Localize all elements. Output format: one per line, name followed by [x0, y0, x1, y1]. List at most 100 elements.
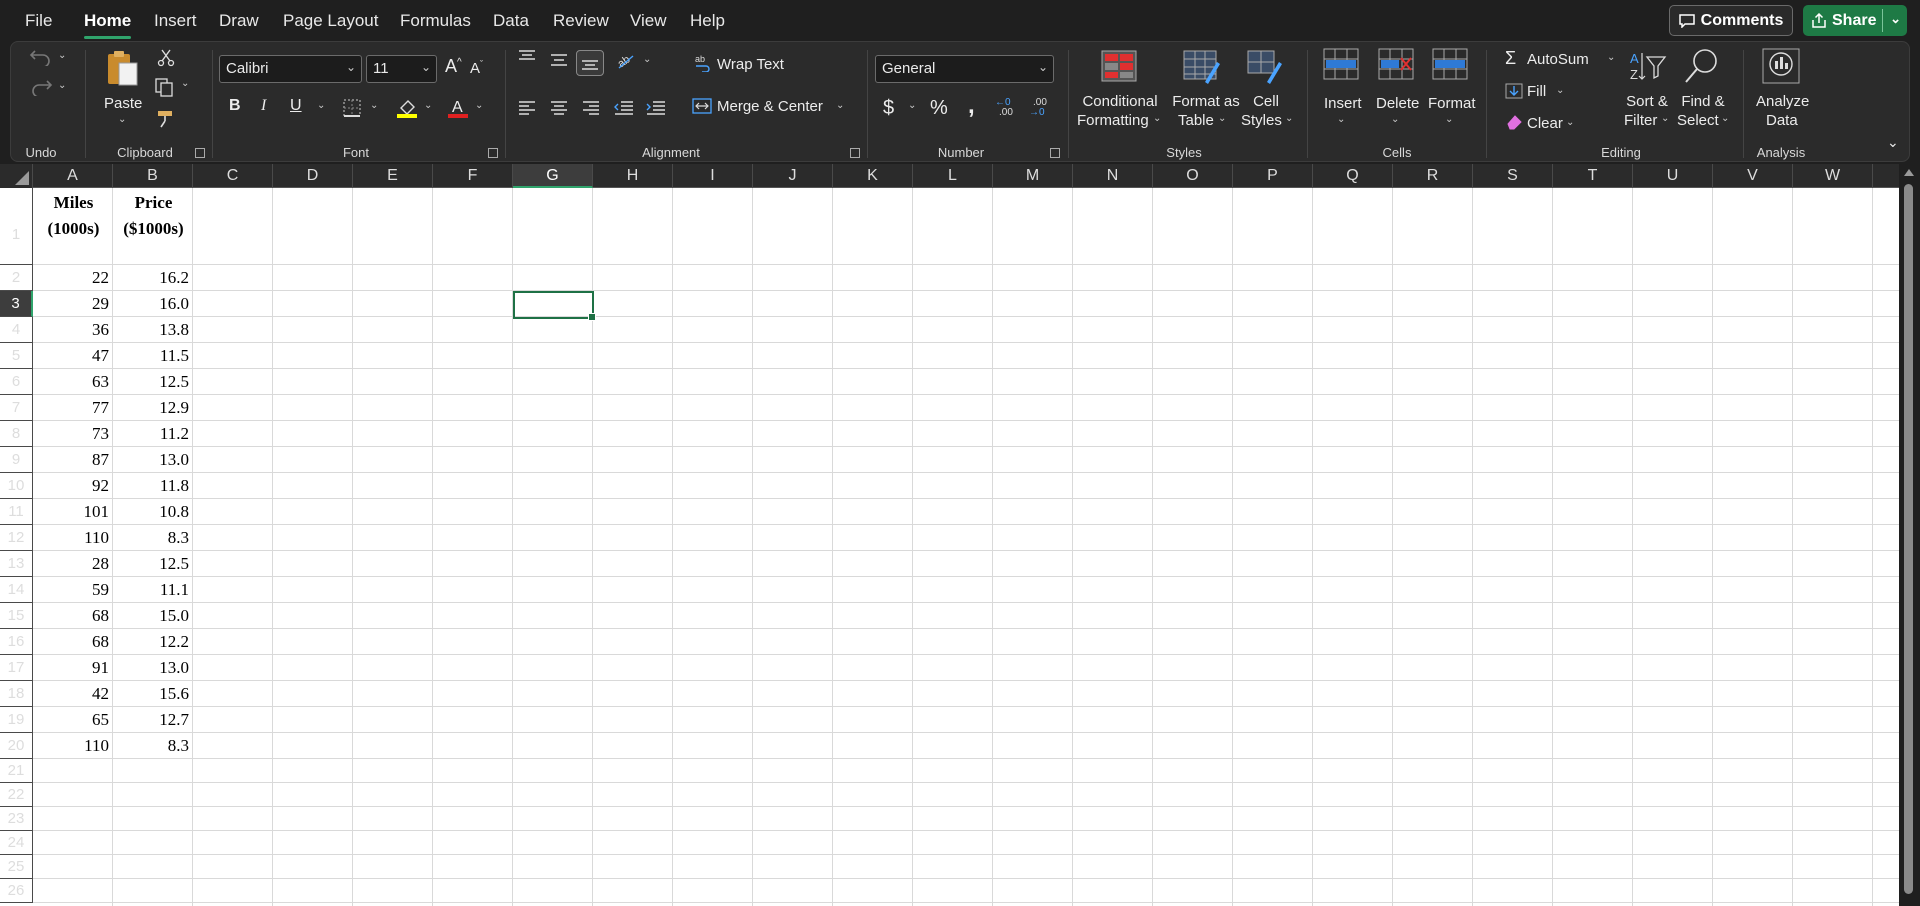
row-header-1[interactable]: 1	[0, 188, 33, 265]
collapse-ribbon-icon[interactable]: ⌄	[1887, 134, 1899, 151]
cell-a3[interactable]: 29	[33, 291, 109, 317]
font-color-icon[interactable]: A	[447, 96, 469, 118]
menu-view[interactable]: View	[630, 10, 667, 32]
insert-cells-dropdown-icon[interactable]: ⌄	[1337, 114, 1345, 125]
cell-b19[interactable]: 12.7	[113, 707, 189, 733]
currency-dropdown-icon[interactable]: ⌄	[908, 100, 916, 111]
find-select-label2[interactable]: Select	[1677, 112, 1719, 130]
increase-font-icon[interactable]: A^	[445, 56, 462, 77]
orientation-dropdown-icon[interactable]: ⌄	[643, 54, 651, 65]
clear-dropdown-icon[interactable]: ⌄	[1566, 117, 1574, 128]
currency-button[interactable]: $	[883, 97, 894, 120]
fill-color-dropdown-icon[interactable]: ⌄	[424, 100, 432, 111]
fill-dropdown-icon[interactable]: ⌄	[1556, 85, 1564, 96]
redo-icon[interactable]	[29, 78, 53, 96]
cell-a4[interactable]: 36	[33, 317, 109, 343]
align-bottom-button[interactable]	[576, 50, 604, 76]
format-as-table-dropdown-icon[interactable]: ⌄	[1218, 113, 1226, 124]
column-header-d[interactable]: D	[273, 164, 353, 188]
format-cells-icon[interactable]	[1431, 47, 1469, 81]
column-header-m[interactable]: M	[993, 164, 1073, 188]
fill-color-icon[interactable]	[396, 96, 418, 118]
format-painter-icon[interactable]	[156, 109, 176, 129]
decrease-decimal-button[interactable]: .00 →0	[1029, 97, 1053, 119]
column-header-r[interactable]: R	[1393, 164, 1473, 188]
merge-center-button[interactable]: Merge & Center	[717, 98, 823, 116]
paste-icon[interactable]	[105, 49, 139, 87]
column-header-b[interactable]: B	[113, 164, 193, 188]
row-header-16[interactable]: 16	[0, 629, 33, 655]
conditional-formatting-icon[interactable]	[1101, 50, 1137, 82]
column-header-f[interactable]: F	[433, 164, 513, 188]
undo-icon[interactable]	[29, 48, 53, 66]
column-header-j[interactable]: J	[753, 164, 833, 188]
italic-button[interactable]: I	[261, 97, 266, 115]
autosum-dropdown-icon[interactable]: ⌄	[1607, 52, 1615, 63]
number-format-select[interactable]: General ⌄	[875, 55, 1054, 83]
conditional-formatting-label2[interactable]: Formatting	[1077, 112, 1149, 130]
row-header-15[interactable]: 15	[0, 603, 33, 629]
column-header-u[interactable]: U	[1633, 164, 1713, 188]
row-header-9[interactable]: 9	[0, 447, 33, 473]
insert-cells-label[interactable]: Insert	[1324, 95, 1362, 113]
row-header-26[interactable]: 26	[0, 879, 33, 903]
select-all-button[interactable]	[0, 164, 33, 188]
cell-b10[interactable]: 11.8	[113, 473, 189, 499]
active-cell-g3[interactable]	[513, 291, 596, 321]
cell-b6[interactable]: 12.5	[113, 369, 189, 395]
cell-a6[interactable]: 63	[33, 369, 109, 395]
cell-b5[interactable]: 11.5	[113, 343, 189, 369]
row-header-6[interactable]: 6	[0, 369, 33, 395]
alignment-launcher-icon[interactable]	[850, 148, 860, 158]
cell-b3[interactable]: 16.0	[113, 291, 189, 317]
column-header-h[interactable]: H	[593, 164, 673, 188]
scrollbar-thumb[interactable]	[1904, 184, 1913, 894]
analyze-data-label1[interactable]: Analyze	[1756, 93, 1809, 111]
conditional-formatting-dropdown-icon[interactable]: ⌄	[1153, 113, 1161, 124]
borders-icon[interactable]	[342, 98, 362, 118]
column-header-k[interactable]: K	[833, 164, 913, 188]
sort-filter-label1[interactable]: Sort &	[1624, 93, 1670, 111]
clipboard-launcher-icon[interactable]	[195, 148, 205, 158]
align-top-icon[interactable]	[517, 49, 537, 65]
row-header-25[interactable]: 25	[0, 855, 33, 879]
cut-icon[interactable]	[157, 49, 175, 67]
cell-styles-label2[interactable]: Styles	[1241, 112, 1282, 130]
delete-cells-dropdown-icon[interactable]: ⌄	[1391, 114, 1399, 125]
format-as-table-icon[interactable]	[1183, 50, 1221, 84]
undo-dropdown-icon[interactable]: ⌄	[58, 50, 66, 61]
merge-center-icon[interactable]	[692, 97, 712, 115]
redo-dropdown-icon[interactable]: ⌄	[58, 80, 66, 91]
cell-b8[interactable]: 11.2	[113, 421, 189, 447]
column-header-q[interactable]: Q	[1313, 164, 1393, 188]
underline-button[interactable]: U	[290, 97, 302, 115]
column-header-o[interactable]: O	[1153, 164, 1233, 188]
fill-down-icon[interactable]	[1505, 83, 1523, 99]
autosum-icon[interactable]: Σ	[1505, 48, 1516, 69]
column-header-t[interactable]: T	[1553, 164, 1633, 188]
menu-formulas[interactable]: Formulas	[400, 10, 471, 32]
cell-a1[interactable]: Miles (1000s)	[34, 190, 113, 242]
orientation-icon[interactable]: ab	[615, 50, 637, 70]
worksheet-grid[interactable]: ABCDEFGHIJKLMNOPQRSTUVW 1 2 3 4 5 6 7 8 9 10 11 12 1…	[0, 164, 1920, 906]
row-header-21[interactable]: 21	[0, 759, 33, 783]
column-header-l[interactable]: L	[913, 164, 993, 188]
column-header-i[interactable]: I	[673, 164, 753, 188]
increase-decimal-button[interactable]: ←0 .00	[995, 97, 1019, 119]
increase-indent-icon[interactable]	[645, 100, 667, 116]
row-header-23[interactable]: 23	[0, 807, 33, 831]
find-select-dropdown-icon[interactable]: ⌄	[1721, 113, 1729, 124]
cell-a10[interactable]: 92	[33, 473, 109, 499]
cell-b13[interactable]: 12.5	[113, 551, 189, 577]
cell-a9[interactable]: 87	[33, 447, 109, 473]
column-header-s[interactable]: S	[1473, 164, 1553, 188]
cell-a18[interactable]: 42	[33, 681, 109, 707]
row-header-17[interactable]: 17	[0, 655, 33, 681]
paste-dropdown-icon[interactable]: ⌄	[118, 114, 126, 125]
comments-button[interactable]: Comments	[1669, 5, 1793, 36]
copy-icon[interactable]	[154, 77, 176, 97]
cell-b17[interactable]: 13.0	[113, 655, 189, 681]
cell-b12[interactable]: 8.3	[113, 525, 189, 551]
row-header-7[interactable]: 7	[0, 395, 33, 421]
cell-a11[interactable]: 101	[33, 499, 110, 525]
